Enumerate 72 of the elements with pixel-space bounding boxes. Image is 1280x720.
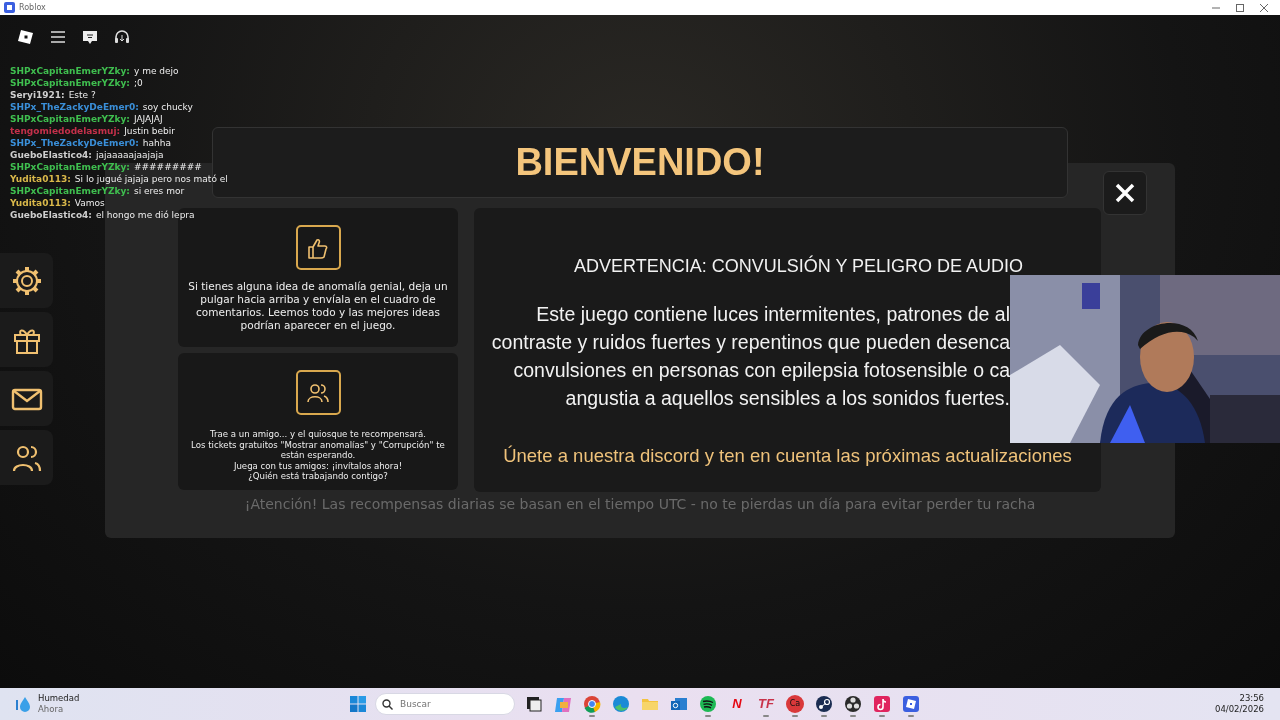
roblox-icon[interactable] [902, 695, 920, 713]
chat-username[interactable]: Seryi1921: [10, 89, 65, 101]
close-icon[interactable] [1260, 3, 1268, 12]
clock-time[interactable]: 23:56 [1215, 693, 1264, 704]
card-text: Juega con tus amigos: ¡invítalos ahora! [232, 460, 404, 471]
chat-message: el hongo me dió lepra [95, 209, 195, 221]
roblox-logo-icon[interactable] [18, 29, 34, 45]
card-text: Trae a un amigo... y el quiosque te recompensará. [209, 429, 427, 440]
chat-message: Vamos [74, 197, 105, 209]
chat-message: hahha [142, 137, 171, 149]
warning-text: angustia a aquellos sensibles a los sonidos fuertes. [564, 386, 1010, 411]
headset-icon[interactable] [114, 29, 130, 45]
maximize-icon[interactable] [1236, 3, 1244, 12]
app-icon[interactable]: N [732, 694, 742, 714]
spotify-icon[interactable] [699, 695, 717, 713]
tiktok-icon[interactable] [873, 695, 891, 713]
card-text: Si tienes alguna idea de anomalía genial, deja un pulgar hacia arriba y envíala en el cuadro de comentarios. Leemos todo y las mejores ideas podrían aparecer en el juego. [188, 280, 448, 332]
chat-message: Este ? [68, 89, 96, 101]
chat-message: y me dejo [133, 65, 179, 77]
chat-username[interactable]: GueboElastico4: [10, 209, 92, 221]
window-icon[interactable] [525, 695, 543, 713]
start-icon[interactable] [350, 696, 366, 712]
weather-title[interactable]: Humedad [38, 693, 80, 704]
welcome-title: BIENVENIDO! [515, 140, 765, 185]
gear-icon [10, 264, 43, 297]
chat-username[interactable]: SHPxCapitanEmerYZky: [10, 113, 130, 125]
warning-text: Este juego contiene luces intermitentes, patrones de al [535, 302, 1010, 327]
warning-title: ADVERTENCIA: CONVULSIÓN Y PELIGRO DE AUDIO [574, 254, 1024, 278]
chat-message: jajaaaaajaajaja [95, 149, 164, 161]
menu-button[interactable] [0, 312, 53, 367]
chat-message: si eres mor [133, 185, 185, 197]
warning-text: contraste y ruidos fuertes y repentinos que pueden desenca [491, 330, 1010, 355]
chat-username[interactable]: SHPxCapitanEmerYZky: [10, 161, 130, 173]
mail-app-icon[interactable] [670, 695, 688, 713]
chat-username[interactable]: SHPxCapitanEmerYZky: [10, 65, 130, 77]
menu-button[interactable] [0, 371, 53, 426]
chat-username[interactable]: SHPx_TheZackyDeEmer0: [10, 137, 139, 149]
chat-message: ;0 [133, 77, 143, 89]
window-title: Roblox [19, 1, 46, 14]
menu-button[interactable] [0, 430, 53, 485]
search-field[interactable]: Buscar [375, 693, 515, 715]
weather-subtitle[interactable]: Ahora [38, 704, 80, 715]
chat-username[interactable]: SHPxCapitanEmerYZky: [10, 77, 130, 89]
chat-message: Si lo jugué jajaja pero nos mató el [74, 173, 228, 185]
menu-button[interactable] [0, 253, 53, 308]
obs-icon[interactable] [844, 695, 862, 713]
water-drop-icon[interactable] [16, 696, 30, 712]
chat-username[interactable]: SHPx_TheZackyDeEmer0: [10, 101, 139, 113]
search-icon [382, 699, 393, 710]
chat-username[interactable]: GueboElastico4: [10, 149, 92, 161]
card-text: Los tickets gratuitos "Mostrar anomalías" y "Corrupción" te están esperando. [190, 439, 446, 461]
close-icon [1115, 183, 1135, 203]
steam-icon[interactable] [815, 695, 833, 713]
chrome-icon[interactable] [583, 695, 601, 713]
app-icon[interactable]: TF [758, 694, 774, 714]
close-button[interactable] [1103, 171, 1147, 215]
menu-icon[interactable] [50, 31, 66, 43]
notice-text: ¡Atención! Las recompensas diarias se basan en el tiempo UTC - no te pierdas un día para evitar perder tu racha [243, 495, 1037, 514]
clock-date[interactable]: 04/02/2026 [1215, 704, 1264, 715]
discord-text: Únete a nuestra discord y ten en cuenta las próximas actualizaciones [502, 444, 1073, 468]
chat-message: JAJAJAJ [133, 113, 163, 125]
chat-username[interactable]: Yudita0113: [10, 173, 71, 185]
chat-username[interactable]: Yudita0113: [10, 197, 71, 209]
card-text: ¿Quién está trabajando contigo? [247, 471, 389, 482]
chat-username[interactable]: SHPxCapitanEmerYZky: [10, 185, 130, 197]
app-icon[interactable]: Ca [786, 695, 804, 713]
chat-message: ######### [133, 161, 202, 173]
warning-text: convulsiones en personas con epilepsia fotosensible o ca [512, 358, 1010, 383]
chat-message: Justin bebir [124, 125, 175, 137]
edge-icon[interactable] [612, 695, 630, 713]
chat-icon[interactable] [82, 29, 98, 45]
chat-message: soy chucky [142, 101, 193, 113]
